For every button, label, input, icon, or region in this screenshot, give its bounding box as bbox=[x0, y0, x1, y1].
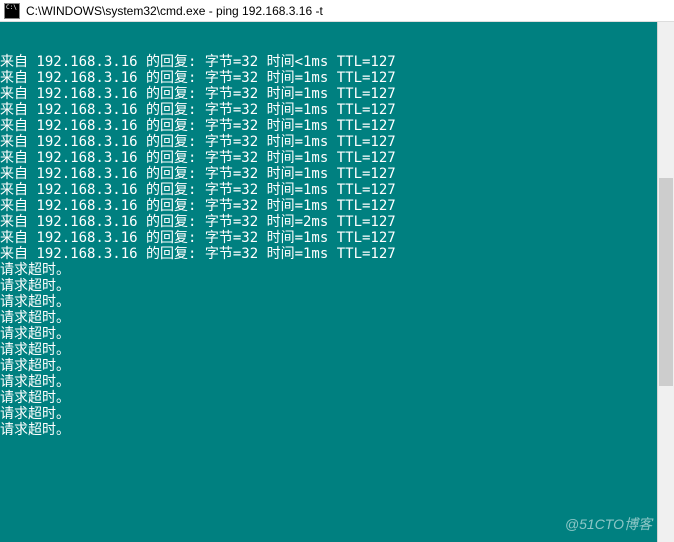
ping-reply-line: 来自 192.168.3.16 的回复: 字节=32 时间=1ms TTL=12… bbox=[0, 70, 674, 86]
ping-reply-line: 来自 192.168.3.16 的回复: 字节=32 时间=1ms TTL=12… bbox=[0, 182, 674, 198]
terminal-area[interactable]: 来自 192.168.3.16 的回复: 字节=32 时间<1ms TTL=12… bbox=[0, 22, 674, 542]
cmd-icon bbox=[4, 3, 20, 19]
ping-reply-line: 来自 192.168.3.16 的回复: 字节=32 时间=1ms TTL=12… bbox=[0, 150, 674, 166]
scrollbar[interactable] bbox=[657, 22, 674, 542]
ping-timeout-line: 请求超时。 bbox=[0, 262, 674, 278]
ping-reply-line: 来自 192.168.3.16 的回复: 字节=32 时间=1ms TTL=12… bbox=[0, 198, 674, 214]
ping-reply-line: 来自 192.168.3.16 的回复: 字节=32 时间<1ms TTL=12… bbox=[0, 54, 674, 70]
watermark: @51CTO博客 bbox=[565, 516, 652, 532]
ping-reply-line: 来自 192.168.3.16 的回复: 字节=32 时间=1ms TTL=12… bbox=[0, 246, 674, 262]
scrollbar-thumb[interactable] bbox=[659, 178, 673, 386]
ping-reply-line: 来自 192.168.3.16 的回复: 字节=32 时间=1ms TTL=12… bbox=[0, 134, 674, 150]
cmd-window: C:\WINDOWS\system32\cmd.exe - ping 192.1… bbox=[0, 0, 674, 542]
ping-reply-line: 来自 192.168.3.16 的回复: 字节=32 时间=2ms TTL=12… bbox=[0, 214, 674, 230]
ping-reply-line: 来自 192.168.3.16 的回复: 字节=32 时间=1ms TTL=12… bbox=[0, 118, 674, 134]
ping-reply-line: 来自 192.168.3.16 的回复: 字节=32 时间=1ms TTL=12… bbox=[0, 102, 674, 118]
ping-timeout-line: 请求超时。 bbox=[0, 342, 674, 358]
terminal-content: 来自 192.168.3.16 的回复: 字节=32 时间<1ms TTL=12… bbox=[0, 54, 674, 438]
ping-reply-line: 来自 192.168.3.16 的回复: 字节=32 时间=1ms TTL=12… bbox=[0, 86, 674, 102]
ping-timeout-line: 请求超时。 bbox=[0, 422, 674, 438]
window-title: C:\WINDOWS\system32\cmd.exe - ping 192.1… bbox=[26, 4, 323, 18]
ping-timeout-line: 请求超时。 bbox=[0, 390, 674, 406]
ping-timeout-line: 请求超时。 bbox=[0, 358, 674, 374]
ping-reply-line: 来自 192.168.3.16 的回复: 字节=32 时间=1ms TTL=12… bbox=[0, 166, 674, 182]
ping-timeout-line: 请求超时。 bbox=[0, 406, 674, 422]
title-bar[interactable]: C:\WINDOWS\system32\cmd.exe - ping 192.1… bbox=[0, 0, 674, 22]
ping-timeout-line: 请求超时。 bbox=[0, 310, 674, 326]
ping-timeout-line: 请求超时。 bbox=[0, 374, 674, 390]
ping-reply-line: 来自 192.168.3.16 的回复: 字节=32 时间=1ms TTL=12… bbox=[0, 230, 674, 246]
ping-timeout-line: 请求超时。 bbox=[0, 294, 674, 310]
ping-timeout-line: 请求超时。 bbox=[0, 326, 674, 342]
ping-timeout-line: 请求超时。 bbox=[0, 278, 674, 294]
